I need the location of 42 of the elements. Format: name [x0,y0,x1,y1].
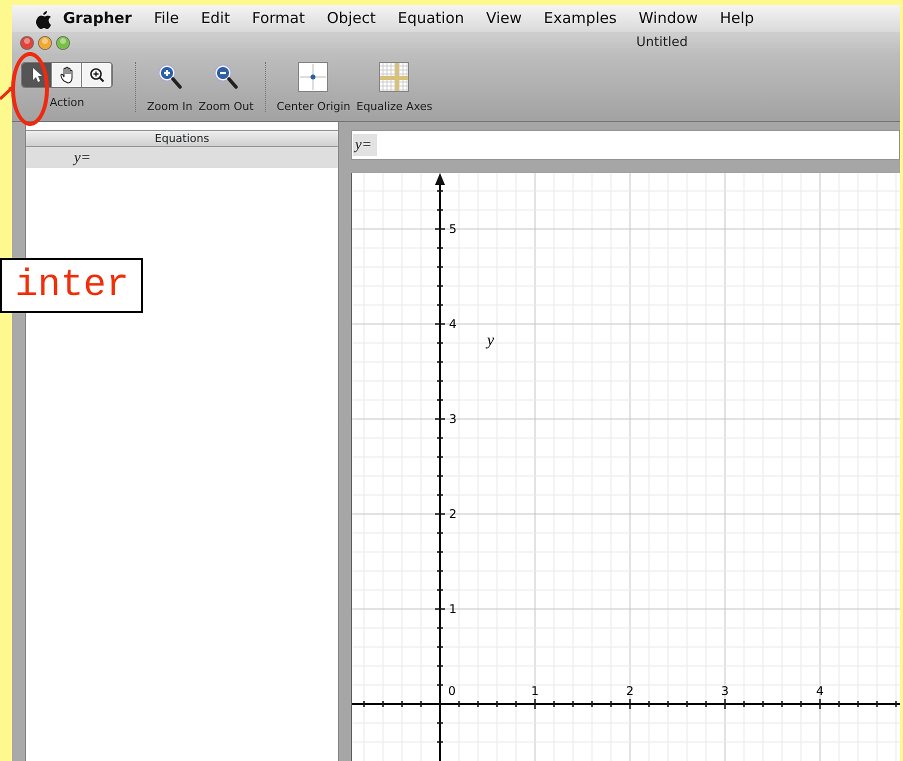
menu-item[interactable]: Help [708,7,766,30]
axis-tick-label: 5 [449,222,457,236]
zoom-icon[interactable] [88,67,104,83]
window-title: Untitled [635,34,689,52]
menu-item[interactable]: Edit [190,7,241,30]
equation-field[interactable]: y= [351,130,900,160]
axis-tick-label: 4 [449,317,457,331]
menu-item[interactable]: Format [241,7,316,30]
zoom-button[interactable] [56,36,70,50]
curve-label: y [487,332,494,349]
callout-label: inter [0,258,143,313]
menu-item[interactable]: File [142,7,190,30]
axis-tick-label: 1 [449,602,457,616]
graph-canvas[interactable]: 0 1 2 3 4 5 4 3 2 1 y [352,173,900,761]
menu-item[interactable]: Object [316,7,387,30]
equation-row[interactable]: y= [26,147,338,168]
hand-icon[interactable] [58,66,74,84]
zoom-out-icon [212,62,240,90]
menu-item[interactable]: View [475,7,533,30]
column-header: Equations [26,130,338,147]
center-origin-icon [298,62,328,92]
close-button[interactable] [20,36,34,50]
axis-tick-label: 2 [449,507,457,521]
equalize-axes-button[interactable]: Equalize Axes [353,62,436,116]
menu-item[interactable]: Examples [532,7,628,30]
menu-item[interactable]: Equation [386,7,476,30]
zoom-in-button[interactable]: Zoom In [144,62,196,116]
axis-tick-label: 3 [721,684,729,698]
equalize-axes-icon [379,62,410,92]
app-menu[interactable]: Grapher [52,7,143,30]
toolbar-label: Action [50,95,84,111]
apple-logo-icon[interactable] [34,8,52,28]
axis-tick-label: 1 [531,684,539,698]
axis-tick-label: 3 [449,412,457,426]
zoom-in-icon [156,62,184,90]
zoom-out-button[interactable]: Zoom Out [195,62,257,116]
minimize-button[interactable] [38,36,52,50]
axis-tick-label: 0 [448,684,456,698]
center-origin-button[interactable]: Center Origin [274,62,354,116]
axis-tick-label: 2 [626,684,634,698]
axis-tick-label: 4 [816,684,824,698]
menu-item[interactable]: Window [628,7,709,30]
